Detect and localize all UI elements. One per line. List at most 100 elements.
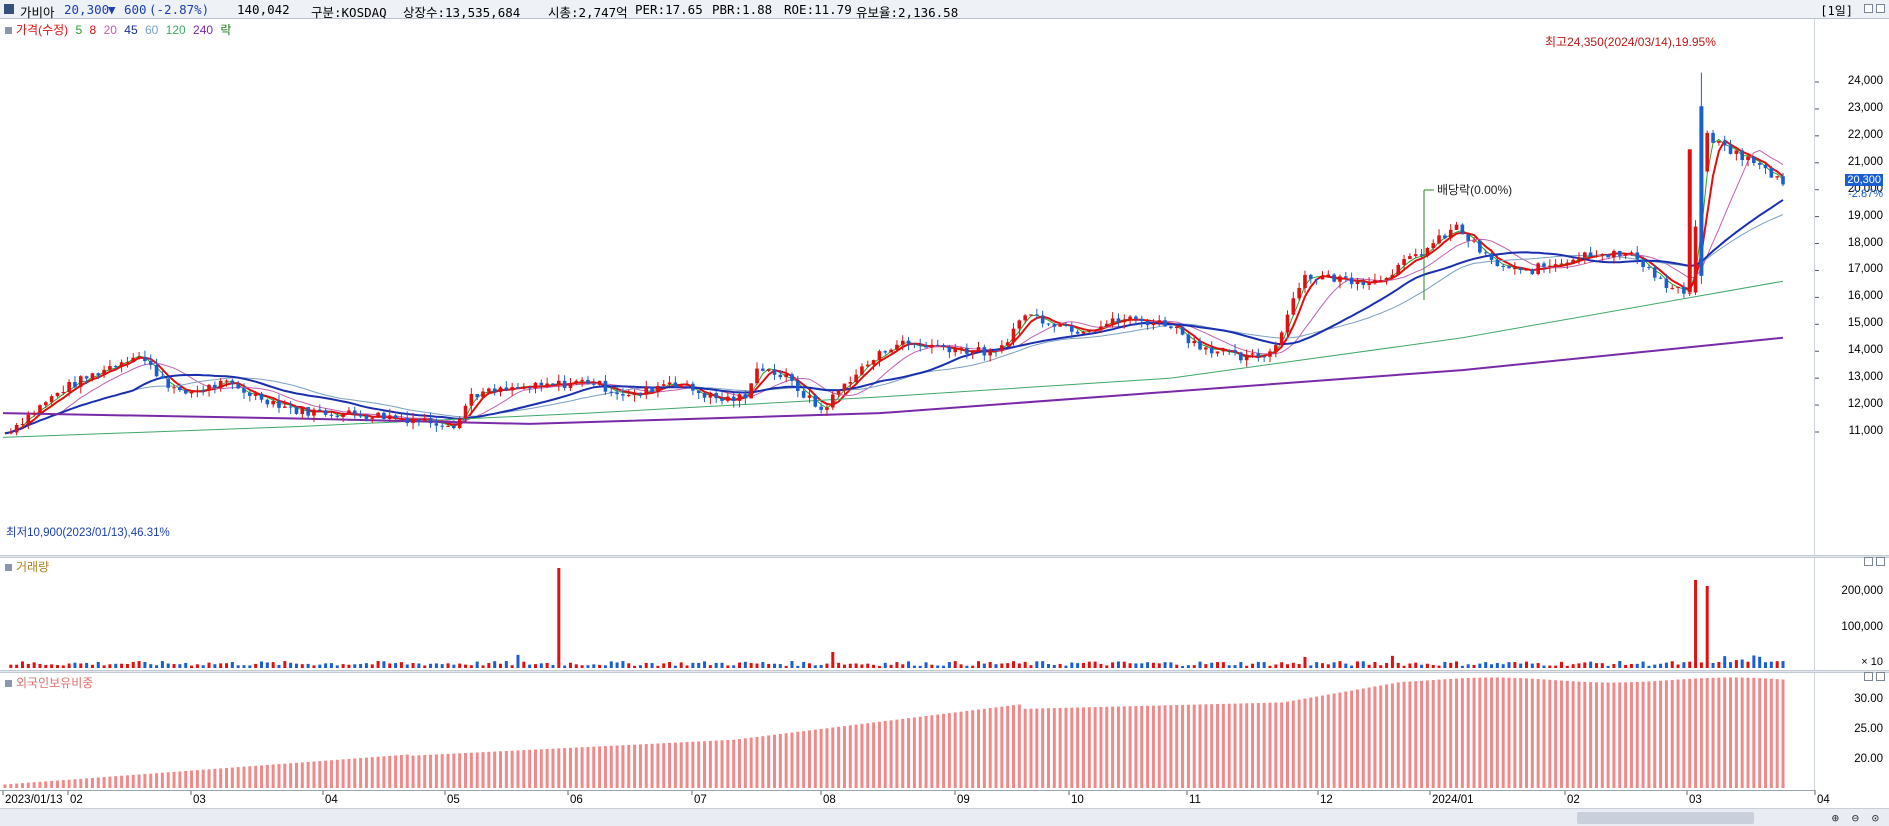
chart-scrollbar[interactable]: ⊕ ⊖ ⊙ <box>0 808 1889 826</box>
foreign-ratio-bar <box>300 762 304 788</box>
candle-body <box>1309 274 1313 279</box>
candle-body <box>1524 269 1529 271</box>
candle-body <box>492 388 497 393</box>
foreign-ratio-bar <box>1425 680 1429 788</box>
foreign-ratio-bar <box>930 715 934 788</box>
foreign-ratio-bar <box>1367 687 1371 788</box>
volume-legend-label[interactable]: 거래량 <box>16 560 49 574</box>
volume-panel-maximize-button[interactable] <box>1864 557 1873 566</box>
volume-bar <box>1431 664 1435 668</box>
foreign-ratio-bar <box>1350 690 1354 788</box>
volume-bar <box>493 661 497 668</box>
volume-bar <box>1140 663 1144 668</box>
volume-bar <box>504 661 508 668</box>
foreign-ratio-bar <box>201 769 205 788</box>
volume-bar <box>1017 663 1021 668</box>
candle-body <box>1472 240 1476 242</box>
foreign-ratio-bar <box>1070 707 1074 788</box>
candle-body <box>504 387 509 391</box>
price-scale[interactable] <box>1814 19 1889 555</box>
foreign-panel-close-button[interactable] <box>1876 672 1885 681</box>
price-tick-label: 24,000 <box>1847 75 1883 87</box>
volume-bar <box>656 665 660 668</box>
foreign-ratio-bar <box>61 780 65 788</box>
volume-bar <box>1629 663 1633 668</box>
volume-scale[interactable] <box>1814 558 1889 670</box>
candle-body <box>1641 259 1645 268</box>
volume-bar <box>364 663 368 668</box>
foreign-ratio-bar <box>714 740 718 788</box>
foreign-ratio-bar <box>1198 704 1202 788</box>
candle-body <box>335 415 340 417</box>
foreign-ratio-bar <box>1402 681 1406 788</box>
candle-body <box>61 391 66 393</box>
candle-body <box>1169 326 1173 329</box>
volume-bar <box>131 661 135 668</box>
volume-bar <box>790 661 794 668</box>
foreign-ratio-bar <box>1624 682 1628 788</box>
volume-bar <box>1105 665 1109 668</box>
date-axis[interactable]: 2023/01/13 02 03 04 05 06 07 08 09 10 11 12 2024/01 0… <box>0 790 1830 809</box>
volume-bar <box>1781 661 1785 668</box>
volume-bar <box>942 665 946 668</box>
volume-bar <box>1513 662 1517 668</box>
volume-bar <box>644 662 648 668</box>
stock-chart-canvas[interactable]: 최고24,350(2024/03/14),19.95% 최저10,900(2023… <box>0 0 1889 826</box>
candle-body <box>1064 324 1068 326</box>
volume-bar <box>201 665 205 668</box>
volume-bar <box>1694 580 1698 668</box>
candle-body <box>679 385 684 388</box>
candle-body <box>1437 235 1441 244</box>
candle-body <box>895 344 899 350</box>
candle-body <box>90 373 95 379</box>
candle-body <box>1262 356 1266 358</box>
zoom-in-icon[interactable]: ⊕ <box>1832 811 1839 825</box>
volume-bar <box>761 662 765 668</box>
candle-body <box>1425 248 1430 256</box>
candle-body <box>1717 141 1721 143</box>
zoom-out-icon[interactable]: ⊖ <box>1852 811 1859 825</box>
price-tick-label: 15,000 <box>1847 317 1883 330</box>
foreign-ratio-bar <box>1338 692 1342 788</box>
foreign-ratio-bar <box>324 760 328 788</box>
zoom-reset-icon[interactable]: ⊙ <box>1872 811 1879 825</box>
candle-body <box>1174 326 1179 329</box>
volume-bar <box>1600 663 1604 668</box>
foreign-ratio-bar <box>207 769 211 788</box>
foreign-legend: 외국인보유비중 <box>5 674 97 691</box>
foreign-ratio-bar <box>662 743 666 788</box>
panel-divider[interactable] <box>0 670 1889 673</box>
panel-divider[interactable] <box>0 555 1889 558</box>
foreign-ratio-bar <box>1186 704 1190 788</box>
volume-bar <box>9 664 13 668</box>
candle-body <box>213 384 217 388</box>
foreign-ratio-bar <box>522 750 526 788</box>
candle-body <box>1408 256 1412 260</box>
foreign-ratio-bar <box>673 742 677 788</box>
candle-body <box>1134 316 1138 319</box>
foreign-ratio-bar <box>627 744 631 788</box>
foreign-ratio-bar <box>1519 678 1523 788</box>
candle-body <box>842 383 847 391</box>
candle-body <box>172 387 176 389</box>
volume-bar <box>1012 661 1016 668</box>
candle-body <box>382 412 386 420</box>
volume-bar <box>982 663 986 668</box>
volume-bar <box>1332 662 1336 668</box>
scrollbar-thumb[interactable] <box>1577 812 1754 824</box>
candle-body <box>399 417 404 419</box>
volume-bar <box>359 664 363 668</box>
volume-panel-close-button[interactable] <box>1876 557 1885 566</box>
foreign-tick-label: 20.00 <box>1854 753 1883 765</box>
foreign-panel-maximize-button[interactable] <box>1864 672 1873 681</box>
candle-body <box>1699 106 1704 276</box>
volume-bar <box>1699 662 1703 668</box>
volume-bar <box>1035 661 1039 668</box>
volume-bar <box>73 662 77 668</box>
candle-body <box>562 380 567 388</box>
foreign-ratio-bar <box>1122 706 1126 788</box>
foreign-ratio-bar <box>1390 683 1394 788</box>
foreign-legend-label[interactable]: 외국인보유비중 <box>16 676 93 690</box>
foreign-ratio-bar <box>1664 680 1668 788</box>
volume-bar <box>225 663 229 668</box>
